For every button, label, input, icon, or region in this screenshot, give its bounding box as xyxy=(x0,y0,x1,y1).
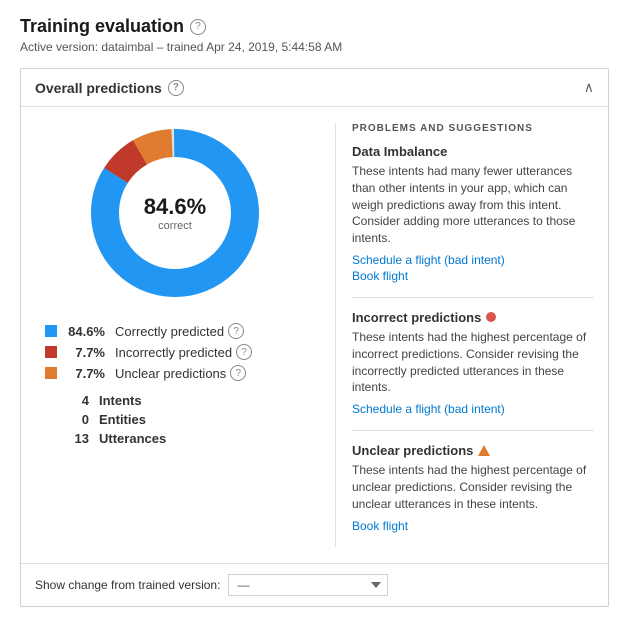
stats-label-entities: Entities xyxy=(99,412,146,427)
donut-percent: 84.6% xyxy=(144,194,206,220)
problem-desc-unclear: These intents had the highest percentage… xyxy=(352,462,594,512)
stats-num-intents: 4 xyxy=(45,393,89,408)
stats-utterances: 13 Utterances xyxy=(45,431,305,446)
divider-2 xyxy=(352,430,594,431)
section-title-text: Overall predictions xyxy=(35,80,162,96)
legend-value-unclear: 7.7% xyxy=(61,366,105,381)
trained-version-select[interactable]: — xyxy=(228,574,388,596)
problem-desc-incorrect: These intents had the highest percentage… xyxy=(352,329,594,396)
legend-label-incorrect: Incorrectly predicted ? xyxy=(115,344,252,360)
divider-1 xyxy=(352,297,594,298)
problem-data-imbalance: Data Imbalance These intents had many fe… xyxy=(352,144,594,283)
badge-red-icon xyxy=(486,312,496,322)
left-panel: 84.6% correct 84.6% Correctly predicted … xyxy=(35,123,315,547)
legend-label-unclear: Unclear predictions ? xyxy=(115,365,246,381)
donut-chart: 84.6% correct xyxy=(85,123,265,303)
legend-row-incorrect: 7.7% Incorrectly predicted ? xyxy=(45,344,305,360)
page-container: Training evaluation ? Active version: da… xyxy=(0,0,629,623)
legend-help-unclear[interactable]: ? xyxy=(230,365,246,381)
section-help-icon[interactable]: ? xyxy=(168,80,184,96)
collapse-icon[interactable]: ∧ xyxy=(584,79,594,96)
problem-unclear: Unclear predictions These intents had th… xyxy=(352,443,594,532)
overall-predictions-card: Overall predictions ? ∧ xyxy=(20,68,609,607)
page-subtitle: Active version: dataimbal – trained Apr … xyxy=(20,40,609,54)
chart-legend: 84.6% Correctly predicted ? 7.7% Incorre… xyxy=(35,323,315,450)
problem-link-imbalance-0[interactable]: Schedule a flight (bad intent) xyxy=(352,253,594,267)
stats-label-intents: Intents xyxy=(99,393,142,408)
problem-heading-imbalance: Data Imbalance xyxy=(352,144,594,159)
badge-orange-icon xyxy=(478,445,490,456)
problem-link-unclear-0[interactable]: Book flight xyxy=(352,519,594,533)
problem-heading-incorrect: Incorrect predictions xyxy=(352,310,594,325)
problem-link-imbalance-1[interactable]: Book flight xyxy=(352,269,594,283)
legend-value-correct: 84.6% xyxy=(61,324,105,339)
stats-block: 4 Intents 0 Entities 13 Utterances xyxy=(45,393,305,446)
legend-value-incorrect: 7.7% xyxy=(61,345,105,360)
legend-help-incorrect[interactable]: ? xyxy=(236,344,252,360)
stats-label-utterances: Utterances xyxy=(99,431,166,446)
footer-label: Show change from trained version: xyxy=(35,578,220,592)
right-panel: PROBLEMS AND SUGGESTIONS Data Imbalance … xyxy=(335,123,594,547)
section-body: 84.6% correct 84.6% Correctly predicted … xyxy=(21,107,608,563)
legend-color-unclear xyxy=(45,367,57,379)
stats-intents: 4 Intents xyxy=(45,393,305,408)
problem-desc-imbalance: These intents had many fewer utterances … xyxy=(352,163,594,247)
legend-row-correct: 84.6% Correctly predicted ? xyxy=(45,323,305,339)
donut-text: correct xyxy=(144,220,206,232)
legend-color-correct xyxy=(45,325,57,337)
page-header: Training evaluation ? xyxy=(20,16,609,37)
donut-label: 84.6% correct xyxy=(144,194,206,232)
stats-num-utterances: 13 xyxy=(45,431,89,446)
legend-color-incorrect xyxy=(45,346,57,358)
legend-label-correct: Correctly predicted ? xyxy=(115,323,244,339)
problems-title: PROBLEMS AND SUGGESTIONS xyxy=(352,123,594,134)
page-title: Training evaluation xyxy=(20,16,184,37)
problem-link-incorrect-0[interactable]: Schedule a flight (bad intent) xyxy=(352,402,594,416)
stats-num-entities: 0 xyxy=(45,412,89,427)
section-header: Overall predictions ? ∧ xyxy=(21,69,608,107)
legend-row-unclear: 7.7% Unclear predictions ? xyxy=(45,365,305,381)
page-help-icon[interactable]: ? xyxy=(190,19,206,35)
problem-heading-unclear: Unclear predictions xyxy=(352,443,594,458)
legend-help-correct[interactable]: ? xyxy=(228,323,244,339)
section-title-group: Overall predictions ? xyxy=(35,80,184,96)
footer: Show change from trained version: — xyxy=(21,563,608,606)
problem-incorrect: Incorrect predictions These intents had … xyxy=(352,310,594,416)
stats-entities: 0 Entities xyxy=(45,412,305,427)
